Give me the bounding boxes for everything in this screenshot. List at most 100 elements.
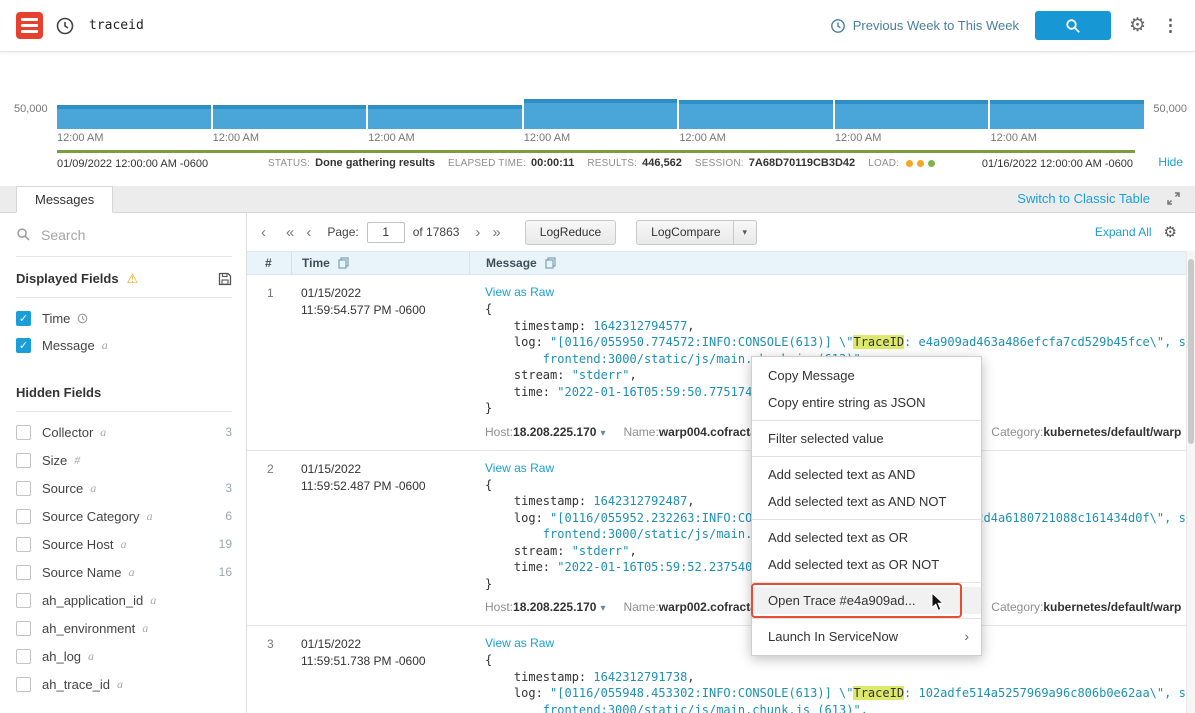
histogram-bars[interactable] [57,99,1144,129]
copy-icon[interactable] [338,257,349,269]
histogram-bar[interactable] [213,105,367,129]
view-as-raw-link[interactable]: View as Raw [485,636,554,650]
logreduce-button[interactable]: LogReduce [525,220,616,245]
checkbox[interactable] [16,537,31,552]
search-history-icon[interactable] [55,16,75,36]
expand-all-link[interactable]: Expand All [1095,225,1152,239]
sumo-logic-logo-icon[interactable] [16,12,43,39]
logreduce-label: LogReduce [540,225,601,239]
y-axis-label-right: 50,000 [1153,103,1187,115]
histogram-bar-cap [213,105,367,109]
meta-field-category[interactable]: Category:kubernetes/default/warp [991,425,1181,439]
log-text: : 102adfe514a5257969a96c806b0e62aa\", so… [904,686,1186,700]
first-page-icon[interactable]: « [286,225,294,240]
hide-histogram-link[interactable]: Hide [1158,155,1183,169]
meta-label: Category: [991,600,1043,614]
context-menu-item-add-selected-text-as-or[interactable]: Add selected text as OR [752,524,981,551]
field-row-source[interactable]: Sourcea3 [16,474,232,502]
view-as-raw-link[interactable]: View as Raw [485,285,554,299]
field-row-ah-log[interactable]: ah_loga [16,642,232,670]
field-search[interactable] [16,213,232,257]
field-row-ah-environment[interactable]: ah_environmenta [16,614,232,642]
log-json-line: log: "[0116/055948.453302:INFO:CONSOLE(6… [485,685,1186,702]
logcompare-button[interactable]: LogCompare ▾ [636,220,757,245]
tab-bar: Messages Switch to Classic Table [0,186,1195,213]
field-row-message[interactable]: ✓Messagea [16,332,232,359]
load-indicator-dot [906,160,913,167]
checkbox[interactable] [16,509,31,524]
column-header-message[interactable]: Message [469,252,1195,274]
context-menu-item-open-trace-e4a909ad[interactable]: Open Trace #e4a909ad... [752,587,981,614]
meta-field-category[interactable]: Category:kubernetes/default/warp [991,600,1181,614]
log-text: timestamp: [485,670,593,684]
field-row-ah-application-id[interactable]: ah_application_ida [16,586,232,614]
field-row-source-name[interactable]: Source Namea16 [16,558,232,586]
view-as-raw-link[interactable]: View as Raw [485,461,554,475]
vertical-scrollbar[interactable] [1186,251,1195,713]
checkbox[interactable] [16,649,31,664]
context-menu-item-launch-in-servicenow[interactable]: Launch In ServiceNow› [752,623,981,650]
histogram-bar[interactable] [835,100,989,129]
field-row-source-category[interactable]: Source Categorya6 [16,502,232,530]
more-options-kebab-icon[interactable]: ⋮ [1162,17,1179,34]
histogram-x-label: 12:00 AM [368,132,522,144]
checkbox[interactable] [16,593,31,608]
histogram-bar[interactable] [990,100,1144,129]
meta-label: Host: [485,600,513,614]
checkbox[interactable] [16,425,31,440]
chevron-down-icon[interactable]: ▾ [600,428,605,439]
checkbox[interactable] [16,481,31,496]
context-menu-item-add-selected-text-as-and[interactable]: Add selected text as AND [752,461,981,488]
field-row-size[interactable]: Size# [16,446,232,474]
page-number-input[interactable] [367,222,405,243]
settings-gear-icon[interactable]: ⚙ [1129,16,1146,35]
field-row-collector[interactable]: Collectora3 [16,418,232,446]
histogram-bar[interactable] [524,99,678,129]
meta-field-host[interactable]: Host:18.208.225.170▾ [485,600,605,614]
log-text: { [485,302,492,316]
checkbox[interactable] [16,453,31,468]
context-menu-item-add-selected-text-as-or-not[interactable]: Add selected text as OR NOT [752,551,981,578]
last-page-icon[interactable]: » [492,225,500,240]
page-label: Page: [327,225,358,239]
field-row-source-host[interactable]: Source Hosta19 [16,530,232,558]
save-fields-icon[interactable] [218,272,232,286]
scrollbar-thumb[interactable] [1188,259,1194,444]
field-row-ah-trace-id[interactable]: ah_trace_ida [16,670,232,698]
context-menu-item-add-selected-text-as-and-not[interactable]: Add selected text as AND NOT [752,488,981,515]
menu-divider [752,582,981,583]
log-json-line: { [485,301,1186,318]
context-menu-item-copy-message[interactable]: Copy Message [752,362,981,389]
expand-panel-icon[interactable] [1166,191,1181,206]
histogram-bar[interactable] [57,105,211,129]
histogram-bar[interactable] [368,105,522,129]
time-range-selector[interactable]: Previous Week to This Week [830,18,1019,34]
row-time-cell: 01/15/202211:59:52.487 PM -0600 [291,459,469,615]
checkbox[interactable]: ✓ [16,338,31,353]
search-query-input[interactable]: traceid [89,18,144,33]
field-search-input[interactable] [41,227,191,243]
previous-page-icon[interactable]: ‹ [306,225,311,240]
copy-icon[interactable] [545,257,556,269]
tab-messages[interactable]: Messages [16,186,113,213]
histogram-bar[interactable] [679,100,833,129]
field-row-time[interactable]: ✓Time [16,305,232,332]
checkbox[interactable] [16,677,31,692]
next-page-icon[interactable]: › [475,225,480,240]
back-icon[interactable]: ‹ [261,225,266,240]
switch-to-classic-table-link[interactable]: Switch to Classic Table [1017,191,1150,206]
run-search-button[interactable] [1035,11,1111,40]
logcompare-label: LogCompare [651,225,720,239]
chevron-down-icon[interactable]: ▾ [600,603,605,614]
log-text: } [485,401,492,415]
chevron-down-icon[interactable]: ▾ [733,221,757,244]
histogram-x-label: 12:00 AM [835,132,989,144]
column-header-time[interactable]: Time [291,252,469,274]
table-settings-gear-icon[interactable]: ⚙ [1164,225,1177,240]
checkbox[interactable] [16,621,31,636]
meta-field-host[interactable]: Host:18.208.225.170▾ [485,425,605,439]
checkbox[interactable]: ✓ [16,311,31,326]
context-menu-item-copy-entire-string-as-json[interactable]: Copy entire string as JSON [752,389,981,416]
context-menu-item-filter-selected-value[interactable]: Filter selected value [752,425,981,452]
checkbox[interactable] [16,565,31,580]
